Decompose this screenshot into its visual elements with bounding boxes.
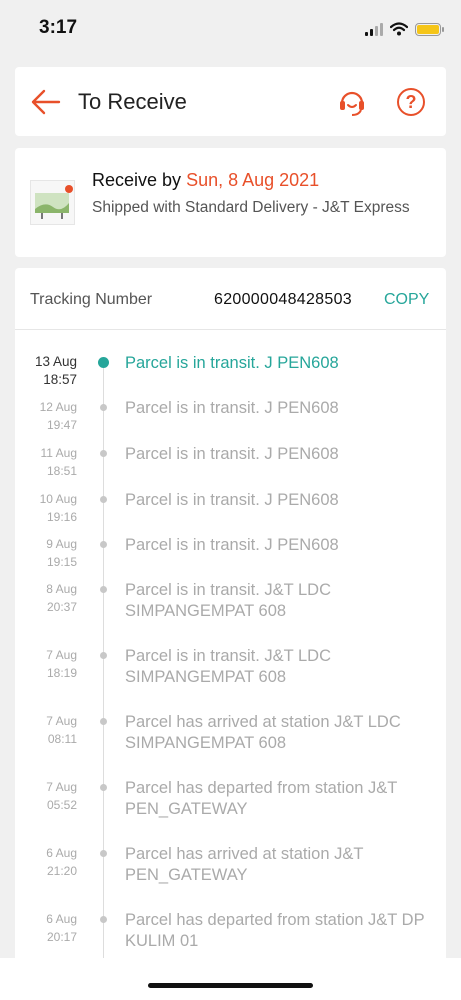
event-datetime: 13 Aug 18:57 <box>15 353 77 389</box>
home-indicator-bar <box>0 958 461 1000</box>
event-time: 21:20 <box>46 864 77 878</box>
page-title: To Receive <box>78 89 187 114</box>
event-date: 9 Aug <box>46 537 77 551</box>
timeline-dot <box>100 850 107 857</box>
timeline-dot <box>100 541 107 548</box>
receive-by-date: Sun, 8 Aug 2021 <box>186 170 320 190</box>
status-icons <box>365 20 444 38</box>
copy-button[interactable]: COPY <box>384 291 429 309</box>
event-date: 11 Aug <box>40 446 77 460</box>
event-datetime: 6 Aug 21:20 <box>15 844 77 880</box>
timeline-dot <box>100 916 107 923</box>
event-description: Parcel is in transit. J PEN608 <box>125 354 339 372</box>
timeline-dot <box>98 357 109 368</box>
back-arrow-icon[interactable] <box>31 89 61 115</box>
event-description: Parcel is in transit. J PEN608 <box>125 491 339 509</box>
home-indicator[interactable] <box>148 983 313 988</box>
event-date: 7 Aug <box>46 714 77 728</box>
event-description: Parcel has arrived at station J&T PEN_GA… <box>125 845 364 884</box>
event-datetime: 7 Aug 18:19 <box>15 646 77 682</box>
event-time: 18:19 <box>46 666 77 680</box>
timeline-dot <box>100 496 107 503</box>
event-description: Parcel has departed from station J&T PEN… <box>125 779 398 818</box>
event-datetime: 11 Aug 18:51 <box>15 444 77 480</box>
event-date: 8 Aug <box>46 582 77 596</box>
event-description: Parcel is in transit. J&T LDC SIMPANGEMP… <box>125 647 332 686</box>
product-thumbnail <box>30 180 75 225</box>
customer-support-icon[interactable] <box>337 87 367 117</box>
receive-by-text: Receive by Sun, 8 Aug 2021 <box>92 170 319 191</box>
event-datetime: 7 Aug 05:52 <box>15 778 77 814</box>
event-description: Parcel is in transit. J&T LDC SIMPANGEMP… <box>125 581 332 620</box>
event-datetime: 8 Aug 20:37 <box>15 580 77 616</box>
page-header: To Receive ? <box>15 67 446 136</box>
help-icon[interactable]: ? <box>397 88 425 116</box>
event-time: 05:52 <box>46 798 77 812</box>
event-time: 19:16 <box>46 510 77 524</box>
event-time: 18:57 <box>43 372 77 387</box>
event-date: 7 Aug <box>46 648 77 662</box>
event-date: 13 Aug <box>34 354 77 369</box>
event-datetime: 10 Aug 19:16 <box>15 490 77 526</box>
event-description: Parcel has departed from station J&T DP … <box>125 911 425 950</box>
event-time: 19:15 <box>46 555 77 569</box>
event-time: 19:47 <box>46 418 77 432</box>
event-description: Parcel is in transit. J PEN608 <box>125 536 339 554</box>
event-time: 20:37 <box>46 600 77 614</box>
timeline-dot <box>100 586 107 593</box>
event-datetime: 9 Aug 19:15 <box>15 535 77 571</box>
delivery-info-card: Receive by Sun, 8 Aug 2021 Shipped with … <box>15 148 446 257</box>
signal-icon <box>365 22 383 36</box>
event-datetime: 12 Aug 19:47 <box>15 398 77 434</box>
event-time: 20:17 <box>46 930 77 944</box>
tracking-number-label: Tracking Number <box>30 291 153 308</box>
shipping-method: Shipped with Standard Delivery - J&T Exp… <box>92 199 410 216</box>
event-date: 12 Aug <box>39 400 77 414</box>
event-description: Parcel is in transit. J PEN608 <box>125 445 339 463</box>
tracking-number-row: Tracking Number 620000048428503 COPY <box>15 268 446 330</box>
event-date: 7 Aug <box>46 780 77 794</box>
event-date: 6 Aug <box>46 846 77 860</box>
status-bar: 3:17 <box>0 0 461 58</box>
timeline-dot <box>100 652 107 659</box>
event-date: 6 Aug <box>46 912 77 926</box>
event-date: 10 Aug <box>39 492 77 506</box>
event-datetime: 6 Aug 20:17 <box>15 910 77 946</box>
tracking-card: Tracking Number 620000048428503 COPY 13 … <box>15 268 446 968</box>
timeline-dot <box>100 404 107 411</box>
tracking-number: 620000048428503 <box>214 291 352 308</box>
battery-icon <box>415 22 444 36</box>
wifi-icon <box>390 22 408 36</box>
event-time: 18:51 <box>46 464 77 478</box>
event-description: Parcel is in transit. J PEN608 <box>125 399 339 417</box>
event-datetime: 7 Aug 08:11 <box>15 712 77 748</box>
status-time: 3:17 <box>39 17 78 38</box>
timeline-dot <box>100 450 107 457</box>
receive-by-label: Receive by <box>92 170 182 190</box>
event-description: Parcel has arrived at station J&T LDC SI… <box>125 713 401 752</box>
timeline-dot <box>100 718 107 725</box>
event-time: 08:11 <box>47 732 77 746</box>
timeline-dot <box>100 784 107 791</box>
